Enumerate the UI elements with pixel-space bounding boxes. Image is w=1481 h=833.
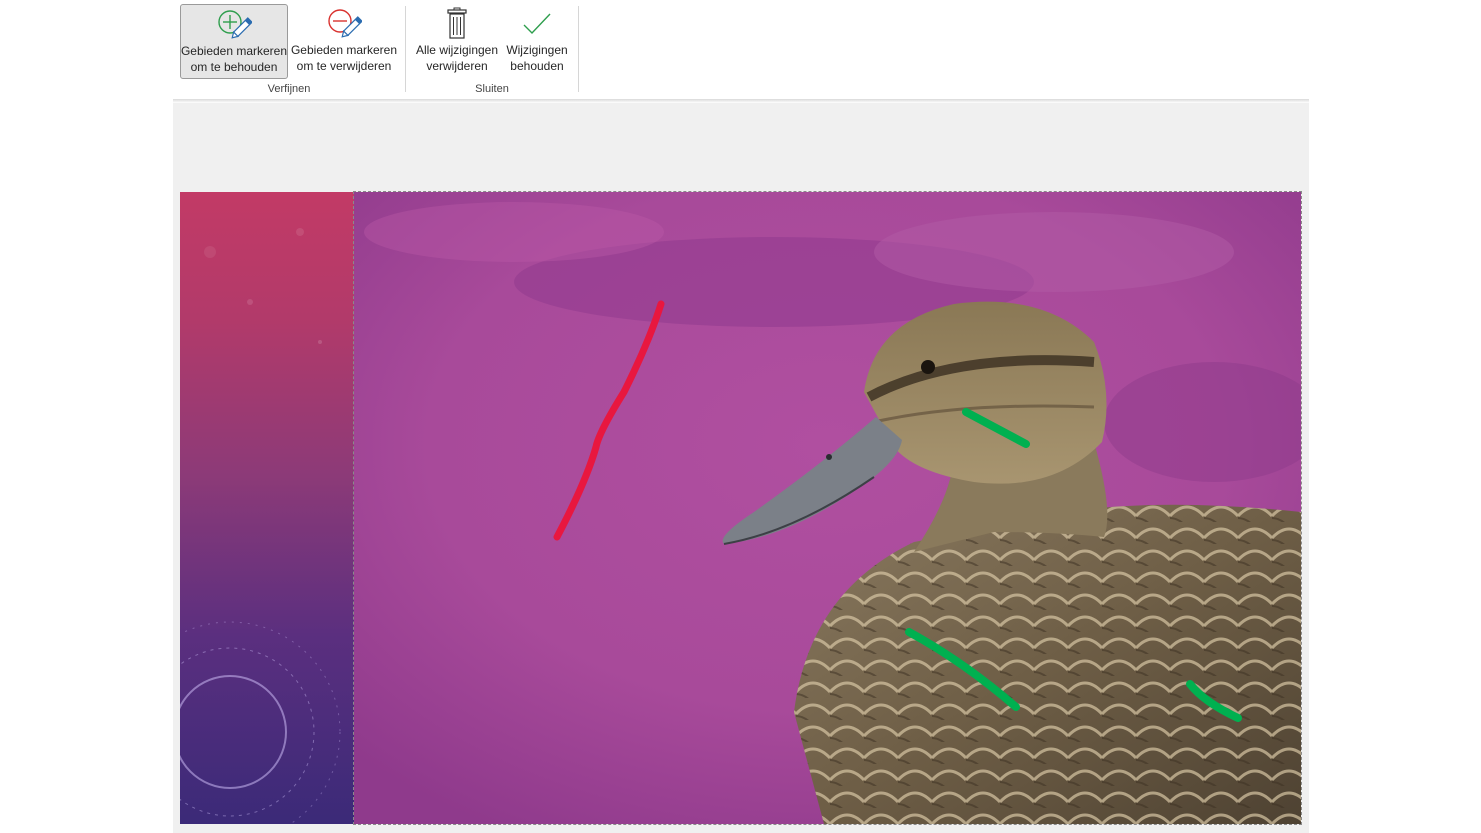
refine-group-label: Verfijnen [267,83,311,95]
keep-changes-label-2: behouden [510,59,564,73]
picture-canvas[interactable] [353,191,1302,825]
group-separator [578,6,579,92]
slide-background [180,192,354,824]
duck-photo [354,192,1301,824]
trash-icon [437,6,477,42]
group-separator [405,6,406,92]
mark-areas-to-keep-button[interactable]: Gebieden markeren om te behouden [180,4,288,79]
mark-remove-label-2: om te verwijderen [296,59,392,73]
close-group-label: Sluiten [475,83,509,95]
checkmark-icon [517,6,557,42]
mark-areas-to-remove-button[interactable]: Gebieden markeren om te verwijderen [290,4,398,79]
mark-remove-label-1: Gebieden markeren [290,43,398,57]
discard-all-changes-button[interactable]: Alle wijzigingen verwijderen [412,4,502,79]
pencil-plus-icon [214,7,254,43]
mark-keep-label-2: om te behouden [190,60,278,74]
keep-changes-button[interactable]: Wijzigingen behouden [504,4,570,79]
discard-label-1: Alle wijzigingen [415,43,499,57]
discard-label-2: verwijderen [426,59,488,73]
mark-keep-label-1: Gebieden markeren [180,44,288,58]
keep-changes-label-1: Wijzigingen [506,43,568,57]
pencil-minus-icon [324,6,364,42]
slide-decoration [180,228,341,824]
